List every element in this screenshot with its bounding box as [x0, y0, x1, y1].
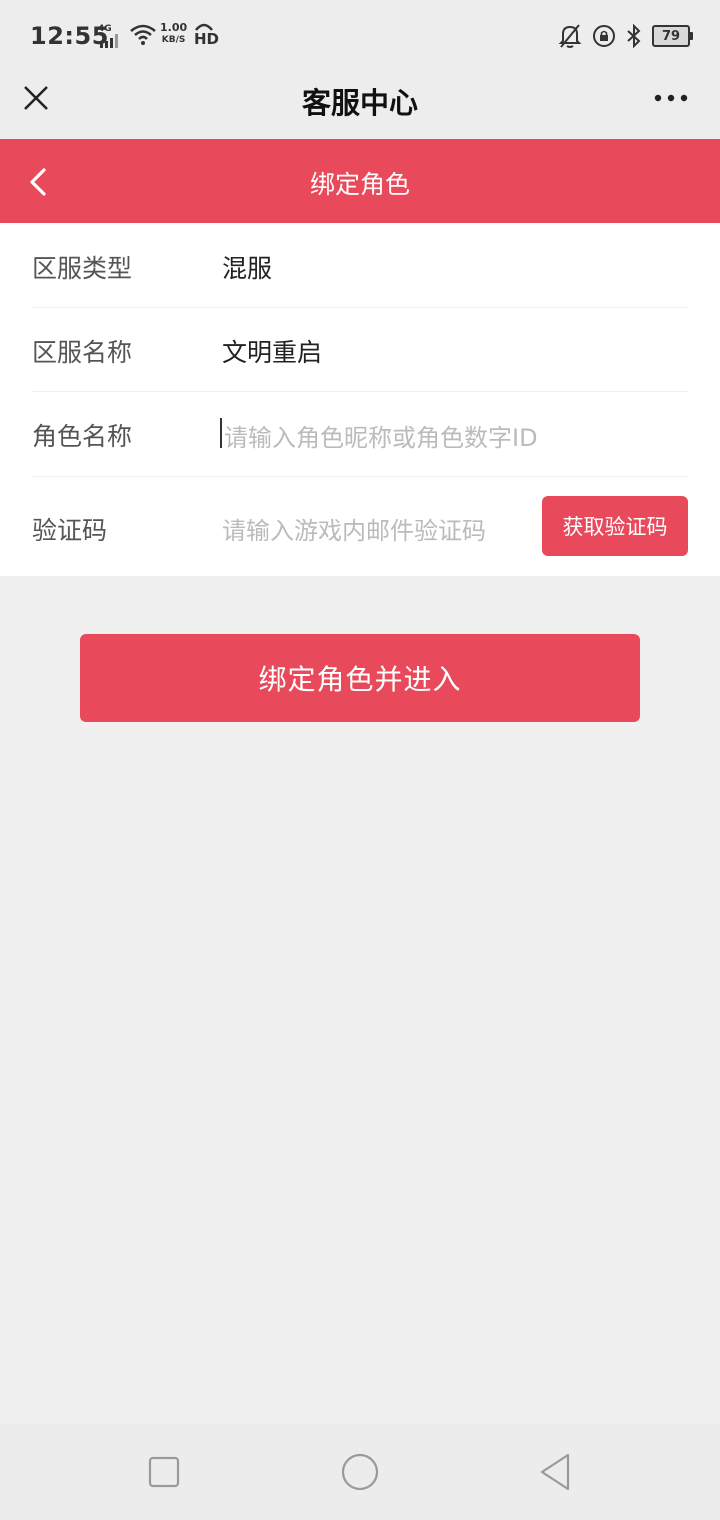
code-input[interactable]: 请输入游戏内邮件验证码 — [222, 511, 486, 546]
cellular-signal-icon: 4G — [98, 24, 124, 48]
server-type-label: 区服类型 — [32, 254, 133, 283]
server-name-value: 文明重启 — [222, 338, 323, 367]
code-label: 验证码 — [32, 516, 108, 545]
battery-level: 79 — [661, 28, 681, 44]
battery-icon: 79 — [652, 25, 693, 47]
recent-apps-icon[interactable] — [144, 1452, 184, 1492]
network-speed: 1.00 KB/S — [160, 22, 187, 46]
verification-code-row: 验证码 请输入游戏内邮件验证码 获取验证码 — [32, 476, 688, 576]
bind-role-form: 区服类型 混服 区服名称 文明重启 角色名称 请输入角色昵称或角色数字ID 验证… — [0, 223, 720, 576]
role-name-label: 角色名称 — [32, 422, 133, 451]
server-name-label: 区服名称 — [32, 338, 133, 367]
server-type-value: 混服 — [222, 254, 273, 283]
system-nav-bar — [0, 1424, 720, 1520]
more-icon[interactable] — [654, 94, 688, 102]
server-type-row: 区服类型 混服 — [32, 223, 688, 308]
speed-value: 1.00 — [160, 21, 188, 34]
section-header: 绑定角色 — [0, 139, 720, 223]
page-title: 客服中心 — [301, 86, 418, 120]
rotation-lock-icon — [593, 25, 615, 47]
back-nav-icon[interactable] — [536, 1452, 576, 1492]
network-type: 4G — [98, 24, 112, 34]
header-title: 绑定角色 — [309, 170, 410, 199]
wifi-icon — [130, 24, 156, 45]
server-name-row: 区服名称 文明重启 — [32, 307, 688, 392]
role-name-row: 角色名称 请输入角色昵称或角色数字ID — [32, 391, 688, 477]
bell-off-icon — [558, 24, 582, 48]
get-code-button[interactable]: 获取验证码 — [542, 496, 688, 556]
role-name-input[interactable]: 请输入角色昵称或角色数字ID — [224, 418, 538, 453]
bind-and-enter-button[interactable]: 绑定角色并进入 — [80, 634, 640, 722]
hd-label: HD — [194, 30, 220, 48]
bluetooth-icon — [627, 24, 641, 48]
status-icons-right: 79 — [558, 22, 693, 50]
text-cursor — [220, 418, 222, 448]
home-icon[interactable] — [340, 1452, 380, 1492]
title-bar: 客服中心 — [0, 72, 720, 139]
status-bar: 12:55 4G 1.00 KB/S HD 79 — [0, 0, 720, 72]
speed-unit: KB/S — [161, 35, 186, 45]
